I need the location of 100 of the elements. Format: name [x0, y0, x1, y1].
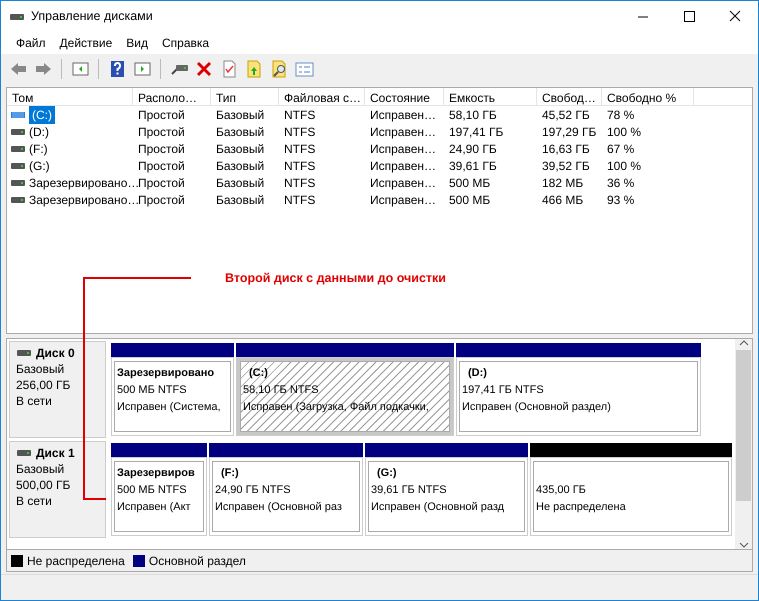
partition-status: Исправен (Система,: [117, 400, 222, 415]
legend-label: Не распределена: [27, 552, 125, 570]
disk-name: Диск 0: [36, 345, 75, 361]
table-cell-text: Базовый: [215, 158, 266, 174]
partition-block[interactable]: (D:) 197,41 ГБ NTFS Исправен (Основной раздел): [456, 357, 701, 436]
annotation-text: Второй диск с данными до очистки: [225, 270, 446, 287]
table-cell-text: 197,29 ГБ: [541, 124, 598, 140]
table-cell-text: NTFS: [283, 140, 316, 158]
disk-label-panel[interactable]: Диск 0 Базовый 256,00 ГБ В сети: [9, 341, 106, 438]
table-cell-text: NTFS: [283, 158, 316, 174]
disk-type: Базовый: [16, 461, 66, 477]
column-header[interactable]: Файловая с…: [279, 88, 365, 105]
table-cell-text: 39,52 ГБ: [541, 158, 591, 174]
table-cell[interactable]: Зарезервировано…: [29, 174, 140, 192]
legend-label: Основной раздел: [148, 552, 246, 570]
menu-item[interactable]: Справка: [155, 34, 216, 52]
partition-status: Исправен (Основной разд: [371, 500, 506, 515]
partition-size: 24,90 ГБ NTFS: [215, 483, 292, 498]
window-title: Управление дисками: [30, 8, 154, 26]
disk-status: В сети: [16, 493, 53, 509]
table-cell-text: 39,61 ГБ: [448, 158, 498, 174]
table-cell-text: 500 МБ: [448, 192, 492, 208]
table-cell-text: Исправен…: [369, 140, 438, 158]
partition-block[interactable]: (F:) 24,90 ГБ NTFS Исправен (Основной раз: [209, 457, 363, 536]
table-cell-text: Базовый: [215, 192, 266, 208]
partition-block[interactable]: Зарезервировано 500 МБ NTFS Исправен (Система,: [111, 357, 234, 436]
menu-item[interactable]: Файл: [9, 34, 53, 52]
table-cell-text: 182 МБ: [541, 174, 584, 192]
table-cell-text: 24,90 ГБ: [448, 140, 498, 158]
partition-block[interactable]: (C:) 58,10 ГБ NTFS Исправен (Загрузка, Файл подкачки,: [236, 357, 454, 436]
table-cell-text: Исправен…: [369, 192, 438, 208]
scroll-thumb[interactable]: [736, 350, 751, 501]
disk-status: В сети: [16, 393, 53, 409]
partition-block[interactable]: (G:) 39,61 ГБ NTFS Исправен (Основной разд: [365, 457, 528, 536]
table-cell-text: Исправен…: [369, 158, 438, 174]
column-header[interactable]: Том: [7, 88, 133, 105]
table-cell-text: Простой: [137, 158, 186, 174]
disk-size: 256,00 ГБ: [16, 377, 72, 393]
table-cell[interactable]: (D:): [29, 122, 49, 140]
scroll-down-icon[interactable]: [738, 541, 748, 549]
disk-type: Базовый: [16, 361, 66, 377]
column-header[interactable]: Располо…: [133, 88, 211, 105]
table-cell[interactable]: (C:): [29, 106, 55, 124]
table-cell-text: Исправен…: [369, 174, 438, 192]
table-cell-text: 100 %: [606, 158, 642, 174]
table-cell-text: 93 %: [606, 192, 636, 208]
partition-status: Исправен (Загрузка, Файл подкачки,: [243, 400, 430, 415]
table-cell-text: NTFS: [283, 124, 316, 140]
disk-name: Диск 1: [36, 445, 75, 461]
column-header[interactable]: Тип: [211, 88, 279, 105]
partition-status: Исправен (Основной раздел): [462, 400, 612, 415]
menu-item[interactable]: Вид: [119, 34, 155, 52]
column-header[interactable]: Свободно %: [602, 88, 694, 105]
table-cell-text: 197,41 ГБ: [448, 124, 504, 140]
scrollbar[interactable]: [735, 339, 752, 549]
partition-name: (G:): [376, 466, 398, 481]
disk-label-panel[interactable]: Диск 1 Базовый 500,00 ГБ В сети: [9, 441, 106, 538]
partition-status: Исправен (Основной раз: [215, 500, 343, 515]
column-header[interactable]: Свобод…: [537, 88, 602, 105]
table-cell-text: 45,52 ГБ: [541, 106, 591, 124]
table-cell-text: Простой: [137, 124, 186, 140]
table-cell-text: NTFS: [283, 106, 316, 124]
table-cell-text: NTFS: [283, 174, 316, 192]
table-cell-text: Базовый: [215, 124, 266, 140]
partition-name: (F:): [220, 466, 240, 481]
menu-item[interactable]: Действие: [52, 34, 120, 52]
partition-name: Зарезервировано: [117, 366, 216, 381]
table-cell-text: Исправен…: [369, 106, 438, 124]
table-cell-text: 16,63 ГБ: [541, 140, 591, 158]
partition-block[interactable]: 435,00 ГБ Не распределена: [530, 457, 732, 536]
partition-name: Зарезервиров: [117, 466, 196, 481]
table-cell-text: 500 МБ: [448, 174, 492, 192]
partition-block[interactable]: Зарезервиров 500 МБ NTFS Исправен (Акт: [111, 457, 207, 536]
table-cell-text: 58,10 ГБ: [448, 106, 498, 124]
table-cell-text: 36 %: [606, 174, 636, 192]
table-cell[interactable]: Зарезервировано…: [29, 190, 140, 208]
partition-name: (D:): [467, 366, 488, 381]
partition-size: 435,00 ГБ: [536, 483, 587, 498]
partition-size: 58,10 ГБ NTFS: [243, 383, 320, 398]
table-cell-text: Исправен…: [369, 124, 438, 140]
table-cell[interactable]: (F:): [29, 140, 48, 158]
table-cell-text: NTFS: [283, 192, 316, 208]
column-header[interactable]: Состояние: [365, 88, 444, 105]
table-cell-text: Базовый: [215, 106, 266, 124]
table-cell-text: Базовый: [215, 140, 266, 158]
partition-size: 500 МБ NTFS: [117, 383, 188, 398]
table-cell-text: 67 %: [606, 140, 636, 158]
scroll-up-icon[interactable]: [738, 339, 748, 347]
table-cell-text: Простой: [137, 106, 186, 124]
table-cell-text: 466 МБ: [541, 192, 584, 208]
partition-size: 500 МБ NTFS: [117, 483, 188, 498]
table-cell-text: Простой: [137, 140, 186, 158]
table-cell-text: 78 %: [606, 106, 636, 124]
disk-size: 500,00 ГБ: [16, 477, 72, 493]
table-cell[interactable]: (G:): [29, 156, 50, 174]
column-header[interactable]: Емкость: [444, 88, 537, 105]
partition-status: Исправен (Акт: [117, 500, 192, 515]
partition-status: Не распределена: [536, 500, 627, 515]
partition-size: 39,61 ГБ NTFS: [371, 483, 448, 498]
partition-size: 197,41 ГБ NTFS: [462, 383, 545, 398]
